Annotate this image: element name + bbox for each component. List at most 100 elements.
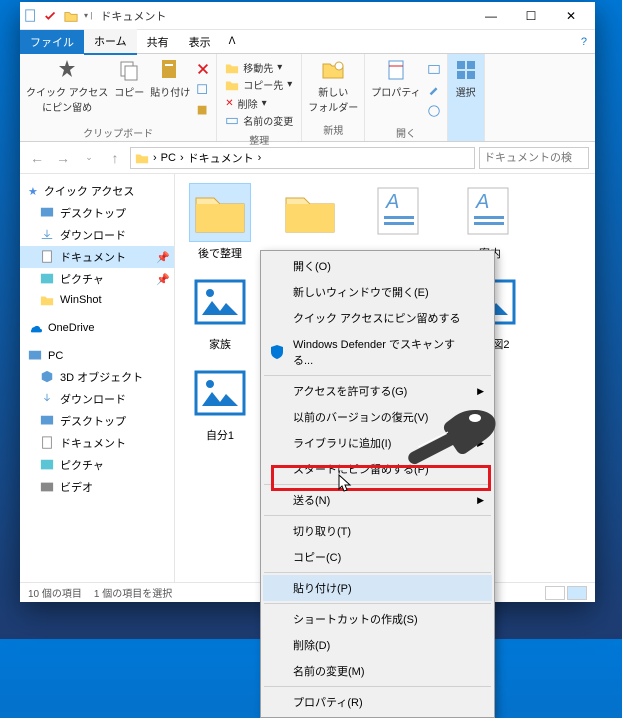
tab-home[interactable]: ホーム xyxy=(84,29,137,55)
nav-onedrive[interactable]: OneDrive xyxy=(20,318,174,338)
cm-pin-start[interactable]: スタートにピン留めする(P) xyxy=(263,456,492,482)
submenu-arrow-icon: ▶ xyxy=(477,495,484,506)
breadcrumb-docs[interactable]: ドキュメント xyxy=(188,150,254,166)
file-label: 家族 xyxy=(209,336,231,352)
breadcrumb-sep: › xyxy=(153,152,157,164)
cm-separator xyxy=(264,484,491,485)
forward-button[interactable]: → xyxy=(52,147,74,169)
search-input[interactable] xyxy=(479,147,589,169)
nav-pictures2[interactable]: ピクチャ xyxy=(20,454,174,476)
nav-videos[interactable]: ビデオ xyxy=(20,476,174,498)
rename-button[interactable]: 名前の変更 xyxy=(225,113,293,128)
new-folder-label: 新しい フォルダー xyxy=(308,84,358,114)
cm-paste[interactable]: 貼り付け(P) xyxy=(263,575,492,601)
submenu-arrow-icon: ▶ xyxy=(477,386,484,397)
file-icon xyxy=(24,9,38,23)
details-view-button[interactable] xyxy=(545,586,565,600)
folder-icon xyxy=(135,151,149,165)
file-label: 自分1 xyxy=(206,427,234,443)
back-button[interactable]: ← xyxy=(26,147,48,169)
delete-button[interactable]: ✕削除 ▾ xyxy=(225,96,293,111)
ribbon: クイック アクセス にピン留め コピー 貼り付け クリップボード xyxy=(20,54,595,142)
recent-button[interactable]: ⌄ xyxy=(78,147,100,169)
paste-button[interactable]: 貼り付け xyxy=(150,58,190,99)
icons-view-button[interactable] xyxy=(567,586,587,600)
pin-quick-label: クイック アクセス にピン留め xyxy=(26,84,108,114)
cm-pin-quick[interactable]: クイック アクセスにピン留めする xyxy=(263,305,492,331)
move-to-button[interactable]: 移動先 ▾ xyxy=(225,60,293,75)
nav-pane: ★クイック アクセス デスクトップ ダウンロード ドキュメント📌 ピクチャ📌 W… xyxy=(20,174,175,582)
file-item[interactable]: 後で整理 xyxy=(185,184,255,261)
cm-separator xyxy=(264,603,491,604)
copy-label: コピー xyxy=(114,84,144,99)
cm-separator xyxy=(264,572,491,573)
nav-downloads[interactable]: ダウンロード xyxy=(20,224,174,246)
dropdown-icon[interactable]: ▾ | xyxy=(84,11,92,20)
history-icon[interactable] xyxy=(427,104,441,123)
open-group-label: 開く xyxy=(371,123,440,140)
copy-to-button[interactable]: コピー先 ▾ xyxy=(225,77,293,92)
copy-button[interactable]: コピー xyxy=(114,58,144,99)
open-icon[interactable] xyxy=(427,62,441,81)
nav-desktop[interactable]: デスクトップ xyxy=(20,202,174,224)
help-icon[interactable]: ? xyxy=(573,36,595,48)
cm-shortcut[interactable]: ショートカットの作成(S) xyxy=(263,606,492,632)
file-item[interactable]: 自分1 xyxy=(185,366,255,443)
nav-documents[interactable]: ドキュメント📌 xyxy=(20,246,174,268)
svg-text:A: A xyxy=(475,191,489,213)
cm-separator xyxy=(264,375,491,376)
maximize-button[interactable]: ☐ xyxy=(511,3,551,29)
cm-rename[interactable]: 名前の変更(M) xyxy=(263,658,492,684)
tab-share[interactable]: 共有 xyxy=(137,30,179,54)
paste-shortcut-icon[interactable] xyxy=(196,104,210,123)
submenu-arrow-icon: ▶ xyxy=(477,438,484,449)
cm-delete[interactable]: 削除(D) xyxy=(263,632,492,658)
breadcrumb-sep: › xyxy=(258,152,262,164)
cm-separator xyxy=(264,515,491,516)
cm-give-access[interactable]: アクセスを許可する(G)▶ xyxy=(263,378,492,404)
new-folder-button[interactable]: 新しい フォルダー xyxy=(308,58,358,114)
cm-send-to[interactable]: 送る(N)▶ xyxy=(263,487,492,513)
close-button[interactable]: ✕ xyxy=(551,3,591,29)
context-menu: 開く(O) 新しいウィンドウで開く(E) クイック アクセスにピン留めする Wi… xyxy=(260,250,495,718)
file-label: 後で整理 xyxy=(198,245,242,261)
select-button[interactable]: 選択 xyxy=(454,58,478,99)
cm-open-new-window[interactable]: 新しいウィンドウで開く(E) xyxy=(263,279,492,305)
cm-properties[interactable]: プロパティ(R) xyxy=(263,689,492,715)
cut-icon[interactable] xyxy=(196,62,210,81)
nav-quick-access[interactable]: ★クイック アクセス xyxy=(20,180,174,202)
up-button[interactable]: ↑ xyxy=(104,147,126,169)
pin-quick-access-button[interactable]: クイック アクセス にピン留め xyxy=(26,58,108,114)
cm-separator xyxy=(264,686,491,687)
nav-winshot[interactable]: WinShot xyxy=(20,290,174,310)
tab-file[interactable]: ファイル xyxy=(20,30,84,54)
edit-icon[interactable] xyxy=(427,83,441,102)
nav-desktop2[interactable]: デスクトップ xyxy=(20,410,174,432)
cm-copy[interactable]: コピー(C) xyxy=(263,544,492,570)
check-icon xyxy=(44,9,58,23)
organize-group-label: 整理 xyxy=(223,130,295,147)
nav-documents2[interactable]: ドキュメント xyxy=(20,432,174,454)
ribbon-tabs: ファイル ホーム 共有 表示 ᐱ ? xyxy=(20,30,595,54)
tab-view[interactable]: 表示 xyxy=(179,30,221,54)
minimize-button[interactable]: — xyxy=(471,3,511,29)
new-group-label: 新規 xyxy=(308,120,358,137)
nav-3d-objects[interactable]: 3D オブジェクト xyxy=(20,366,174,388)
cm-cut[interactable]: 切り取り(T) xyxy=(263,518,492,544)
cm-add-to-library[interactable]: ライブラリに追加(I)▶ xyxy=(263,430,492,456)
breadcrumb[interactable]: › PC › ドキュメント › xyxy=(130,147,475,169)
properties-button[interactable]: プロパティ xyxy=(371,58,420,99)
folder-icon xyxy=(64,9,78,23)
file-item[interactable]: 家族 xyxy=(185,275,255,352)
cm-restore-prev[interactable]: 以前のバージョンの復元(V) xyxy=(263,404,492,430)
cm-defender[interactable]: Windows Defender でスキャンする... xyxy=(263,331,492,373)
nav-pc[interactable]: PC xyxy=(20,346,174,366)
ribbon-collapse-icon[interactable]: ᐱ xyxy=(221,36,244,47)
breadcrumb-pc[interactable]: PC xyxy=(161,152,176,164)
nav-downloads2[interactable]: ダウンロード xyxy=(20,388,174,410)
copy-path-icon[interactable] xyxy=(196,83,210,102)
cm-open[interactable]: 開く(O) xyxy=(263,253,492,279)
nav-pictures[interactable]: ピクチャ📌 xyxy=(20,268,174,290)
clipboard-group-label: クリップボード xyxy=(26,123,210,140)
paste-label: 貼り付け xyxy=(150,84,190,99)
